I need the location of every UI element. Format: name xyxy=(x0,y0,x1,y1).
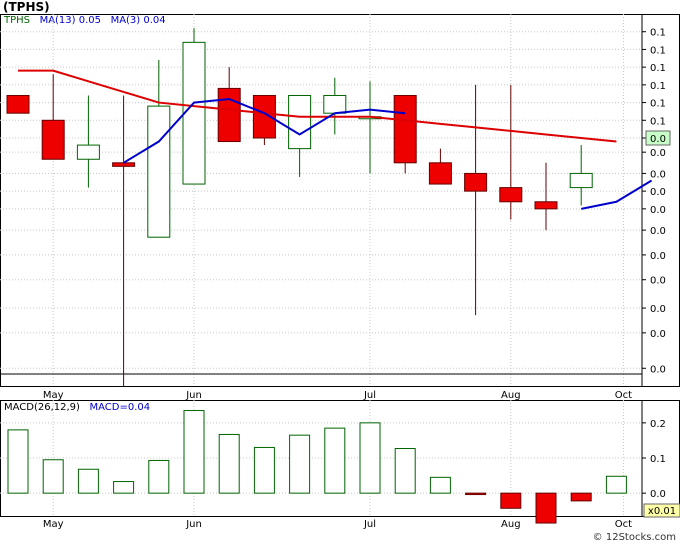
macd-bar xyxy=(500,492,522,509)
stock-chart-svg: 0.1 0.1 0.1 0.1 0.1 0.1 0.0 0.0 0.0 0.0 0.0 0.0 0.0 0… xyxy=(0,14,680,530)
price-y-tick-label: 0.1 xyxy=(650,45,666,56)
macd-bar xyxy=(113,481,135,494)
price-y-tick-label: 0.0 xyxy=(650,329,666,340)
chart-stage: (TPHS) TPHS MA(13) 0.05 MA(3) 0.04 MACD(… xyxy=(0,0,680,546)
candle-body xyxy=(323,94,347,114)
macd-bar xyxy=(605,475,627,494)
candle-body xyxy=(288,94,312,150)
candle-body xyxy=(147,105,171,238)
candle-body xyxy=(76,144,100,160)
price-y-tick-label: 0.0 xyxy=(650,169,666,180)
price-x-tick-label: Aug xyxy=(501,390,521,401)
price-y-tick-label: 0.0 xyxy=(650,276,666,287)
macd-x-tick-label: Jun xyxy=(185,519,202,530)
macd-bar xyxy=(570,492,592,502)
macd-bar xyxy=(324,427,346,494)
macd-bar xyxy=(42,459,64,494)
macd-y-tick-label: 0.2 xyxy=(650,419,666,430)
macd-x-tick-label: May xyxy=(43,519,64,530)
price-x-tick-label: Oct xyxy=(615,390,632,401)
macd-y-tick-label: 0.1 xyxy=(650,454,666,465)
candle-body xyxy=(428,162,452,185)
macd-bar xyxy=(465,492,487,496)
price-y-tick-label: 0.0 xyxy=(650,226,666,237)
price-y-tick-label: 0.0 xyxy=(650,364,666,375)
price-y-tick-label: 0.0 xyxy=(650,205,666,216)
price-y-tick-label: 0.0 xyxy=(650,251,666,262)
macd-last-label: x0.01 xyxy=(648,506,676,517)
macd-bar xyxy=(218,433,240,494)
ma13-line xyxy=(18,69,617,143)
candle-body xyxy=(534,201,558,210)
candle-body xyxy=(182,41,206,185)
candle-body xyxy=(6,94,30,114)
macd-bar xyxy=(253,446,275,494)
macd-bar xyxy=(7,429,29,494)
candle-body xyxy=(569,172,593,189)
price-y-tick-label: 0.1 xyxy=(650,116,666,127)
candle-body xyxy=(41,119,65,160)
credit-text: © 12Stocks.com xyxy=(592,532,676,543)
macd-bar xyxy=(77,468,99,494)
macd-x-tick-label: Jul xyxy=(363,519,376,530)
macd-bar xyxy=(429,476,451,494)
price-panel-frame xyxy=(0,14,680,387)
price-y-tick-label: 0.0 xyxy=(650,304,666,315)
macd-bar xyxy=(289,434,311,494)
candle-body xyxy=(464,172,488,192)
price-y-tick-label: 0.0 xyxy=(650,148,666,159)
macd-bar xyxy=(183,410,205,494)
price-x-tick-label: Jul xyxy=(363,390,376,401)
candle-body xyxy=(217,87,241,143)
macd-x-tick-label: Aug xyxy=(501,519,521,530)
macd-bar xyxy=(148,459,170,494)
price-y-tick-label: 0.0 xyxy=(650,187,666,198)
macd-bar xyxy=(359,422,381,494)
price-x-tick-label: May xyxy=(43,390,64,401)
macd-x-tick-label: Oct xyxy=(615,519,632,530)
price-y-tick-label: 0.1 xyxy=(650,28,666,39)
candle-body xyxy=(112,162,136,167)
macd-y-tick-label: 0.0 xyxy=(650,489,666,500)
price-y-tick-label: 0.1 xyxy=(650,99,666,110)
macd-bar xyxy=(535,492,557,524)
last-price-label: 0.0 xyxy=(650,134,666,145)
price-y-tick-label: 0.1 xyxy=(650,63,666,74)
price-x-tick-label: Jun xyxy=(185,390,202,401)
candle-body xyxy=(393,94,417,164)
candle-body xyxy=(499,187,523,203)
macd-bar xyxy=(394,448,416,494)
price-y-tick-label: 0.1 xyxy=(650,81,666,92)
